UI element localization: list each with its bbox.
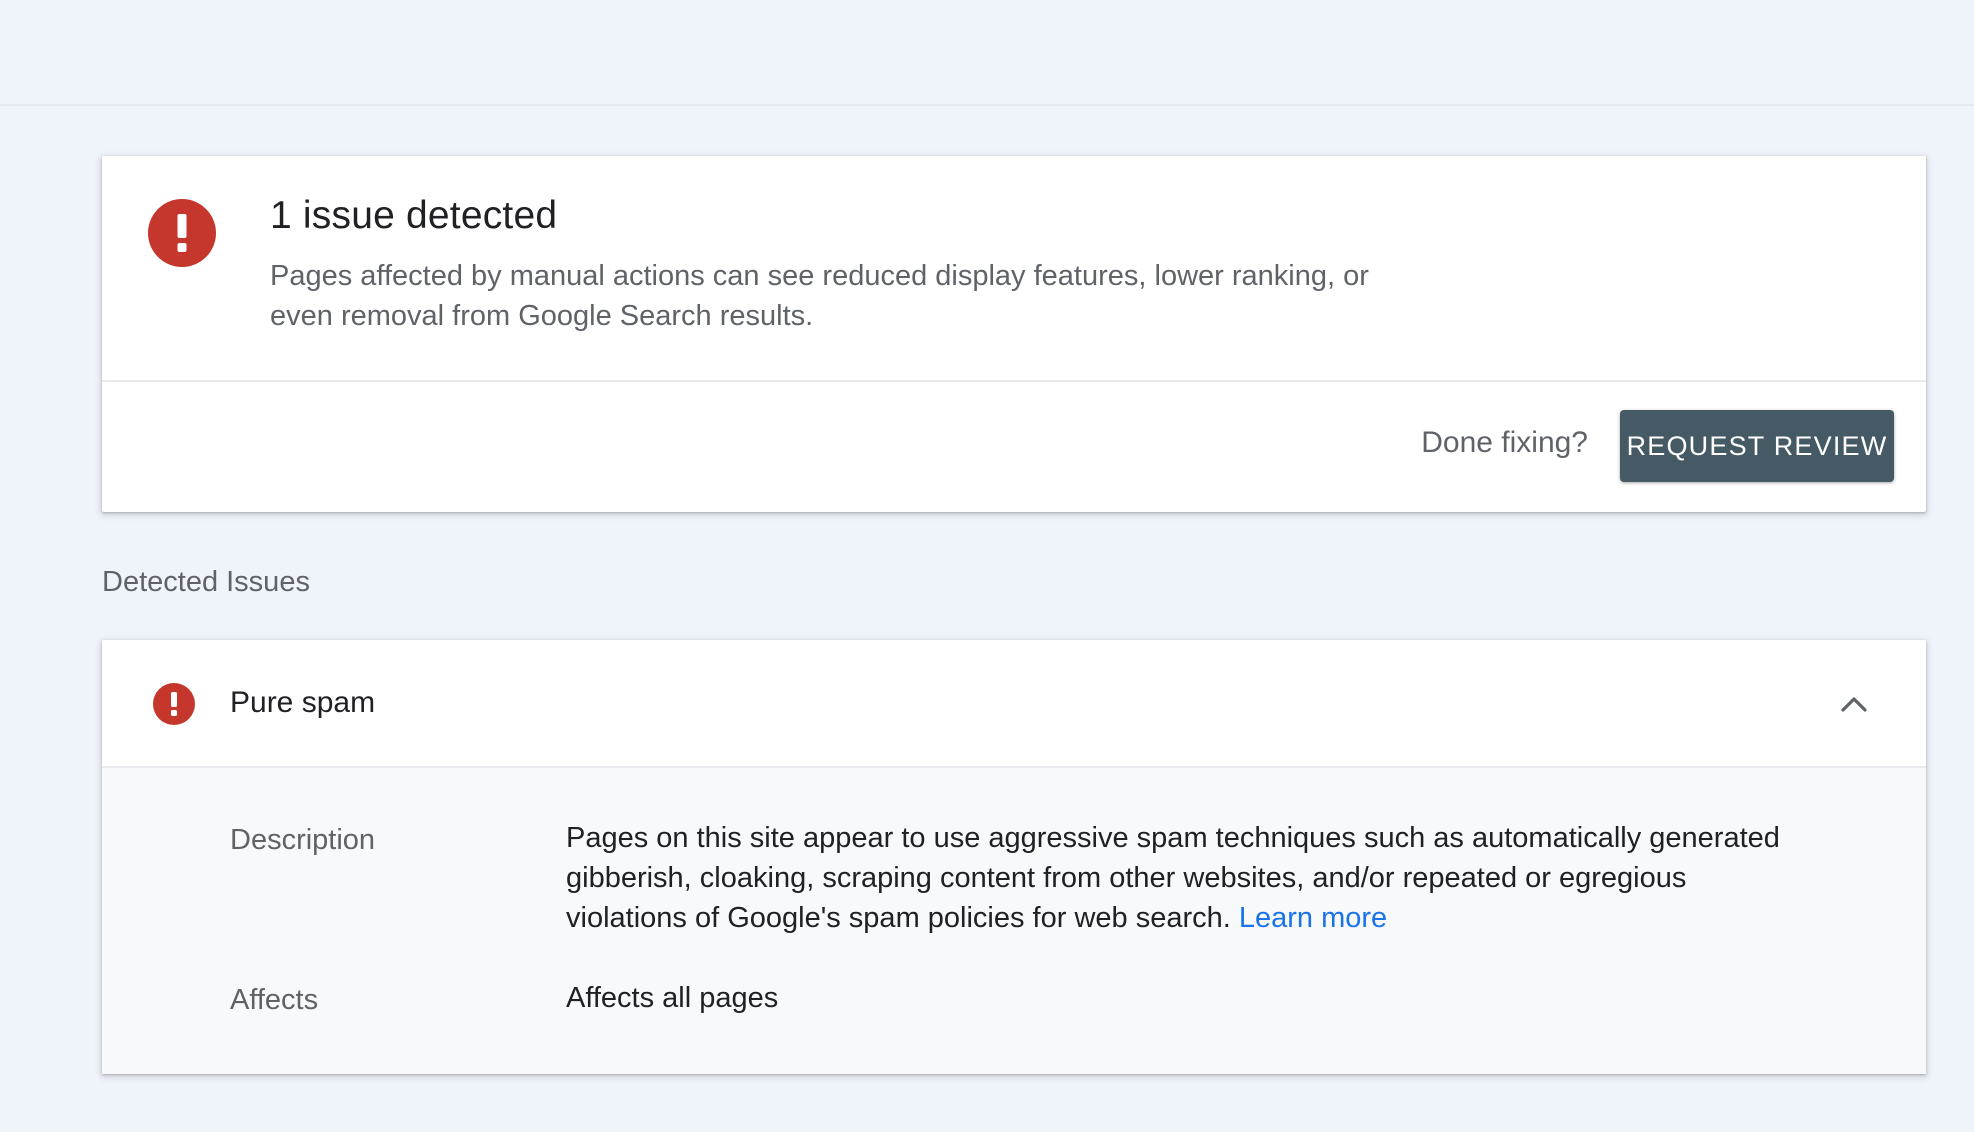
description-label: Description [230,824,376,856]
description-value: Pages on this site appear to use aggress… [566,818,1806,938]
issue-title: Pure spam [230,686,376,719]
affects-value: Affects all pages [566,982,779,1014]
chevron-up-icon[interactable] [1838,688,1870,720]
detected-issues-heading: Detected Issues [102,566,310,598]
learn-more-link[interactable]: Learn more [1239,902,1387,934]
issue-header-toggle[interactable]: Pure spam [102,640,1926,768]
issue-card-pure-spam: Pure spam Description Pages on this site… [102,640,1926,1074]
summary-description: Pages affected by manual actions can see… [270,260,1369,332]
top-bar [0,0,1974,106]
error-icon [148,199,216,267]
done-fixing-label: Done fixing? [1421,426,1588,459]
summary-header: 1 issue detected Pages affected by manua… [102,156,1926,382]
affects-label: Affects [230,984,319,1016]
description-text: Pages on this site appear to use aggress… [566,822,1780,934]
error-icon [153,683,195,725]
summary-actions: Done fixing? REQUEST REVIEW [102,382,1926,510]
page-title: 1 issue detected [270,194,558,237]
request-review-button[interactable]: REQUEST REVIEW [1620,410,1894,482]
issue-summary-card: 1 issue detected Pages affected by manua… [102,156,1926,512]
issue-details: Description Pages on this site appear to… [102,768,1926,1074]
